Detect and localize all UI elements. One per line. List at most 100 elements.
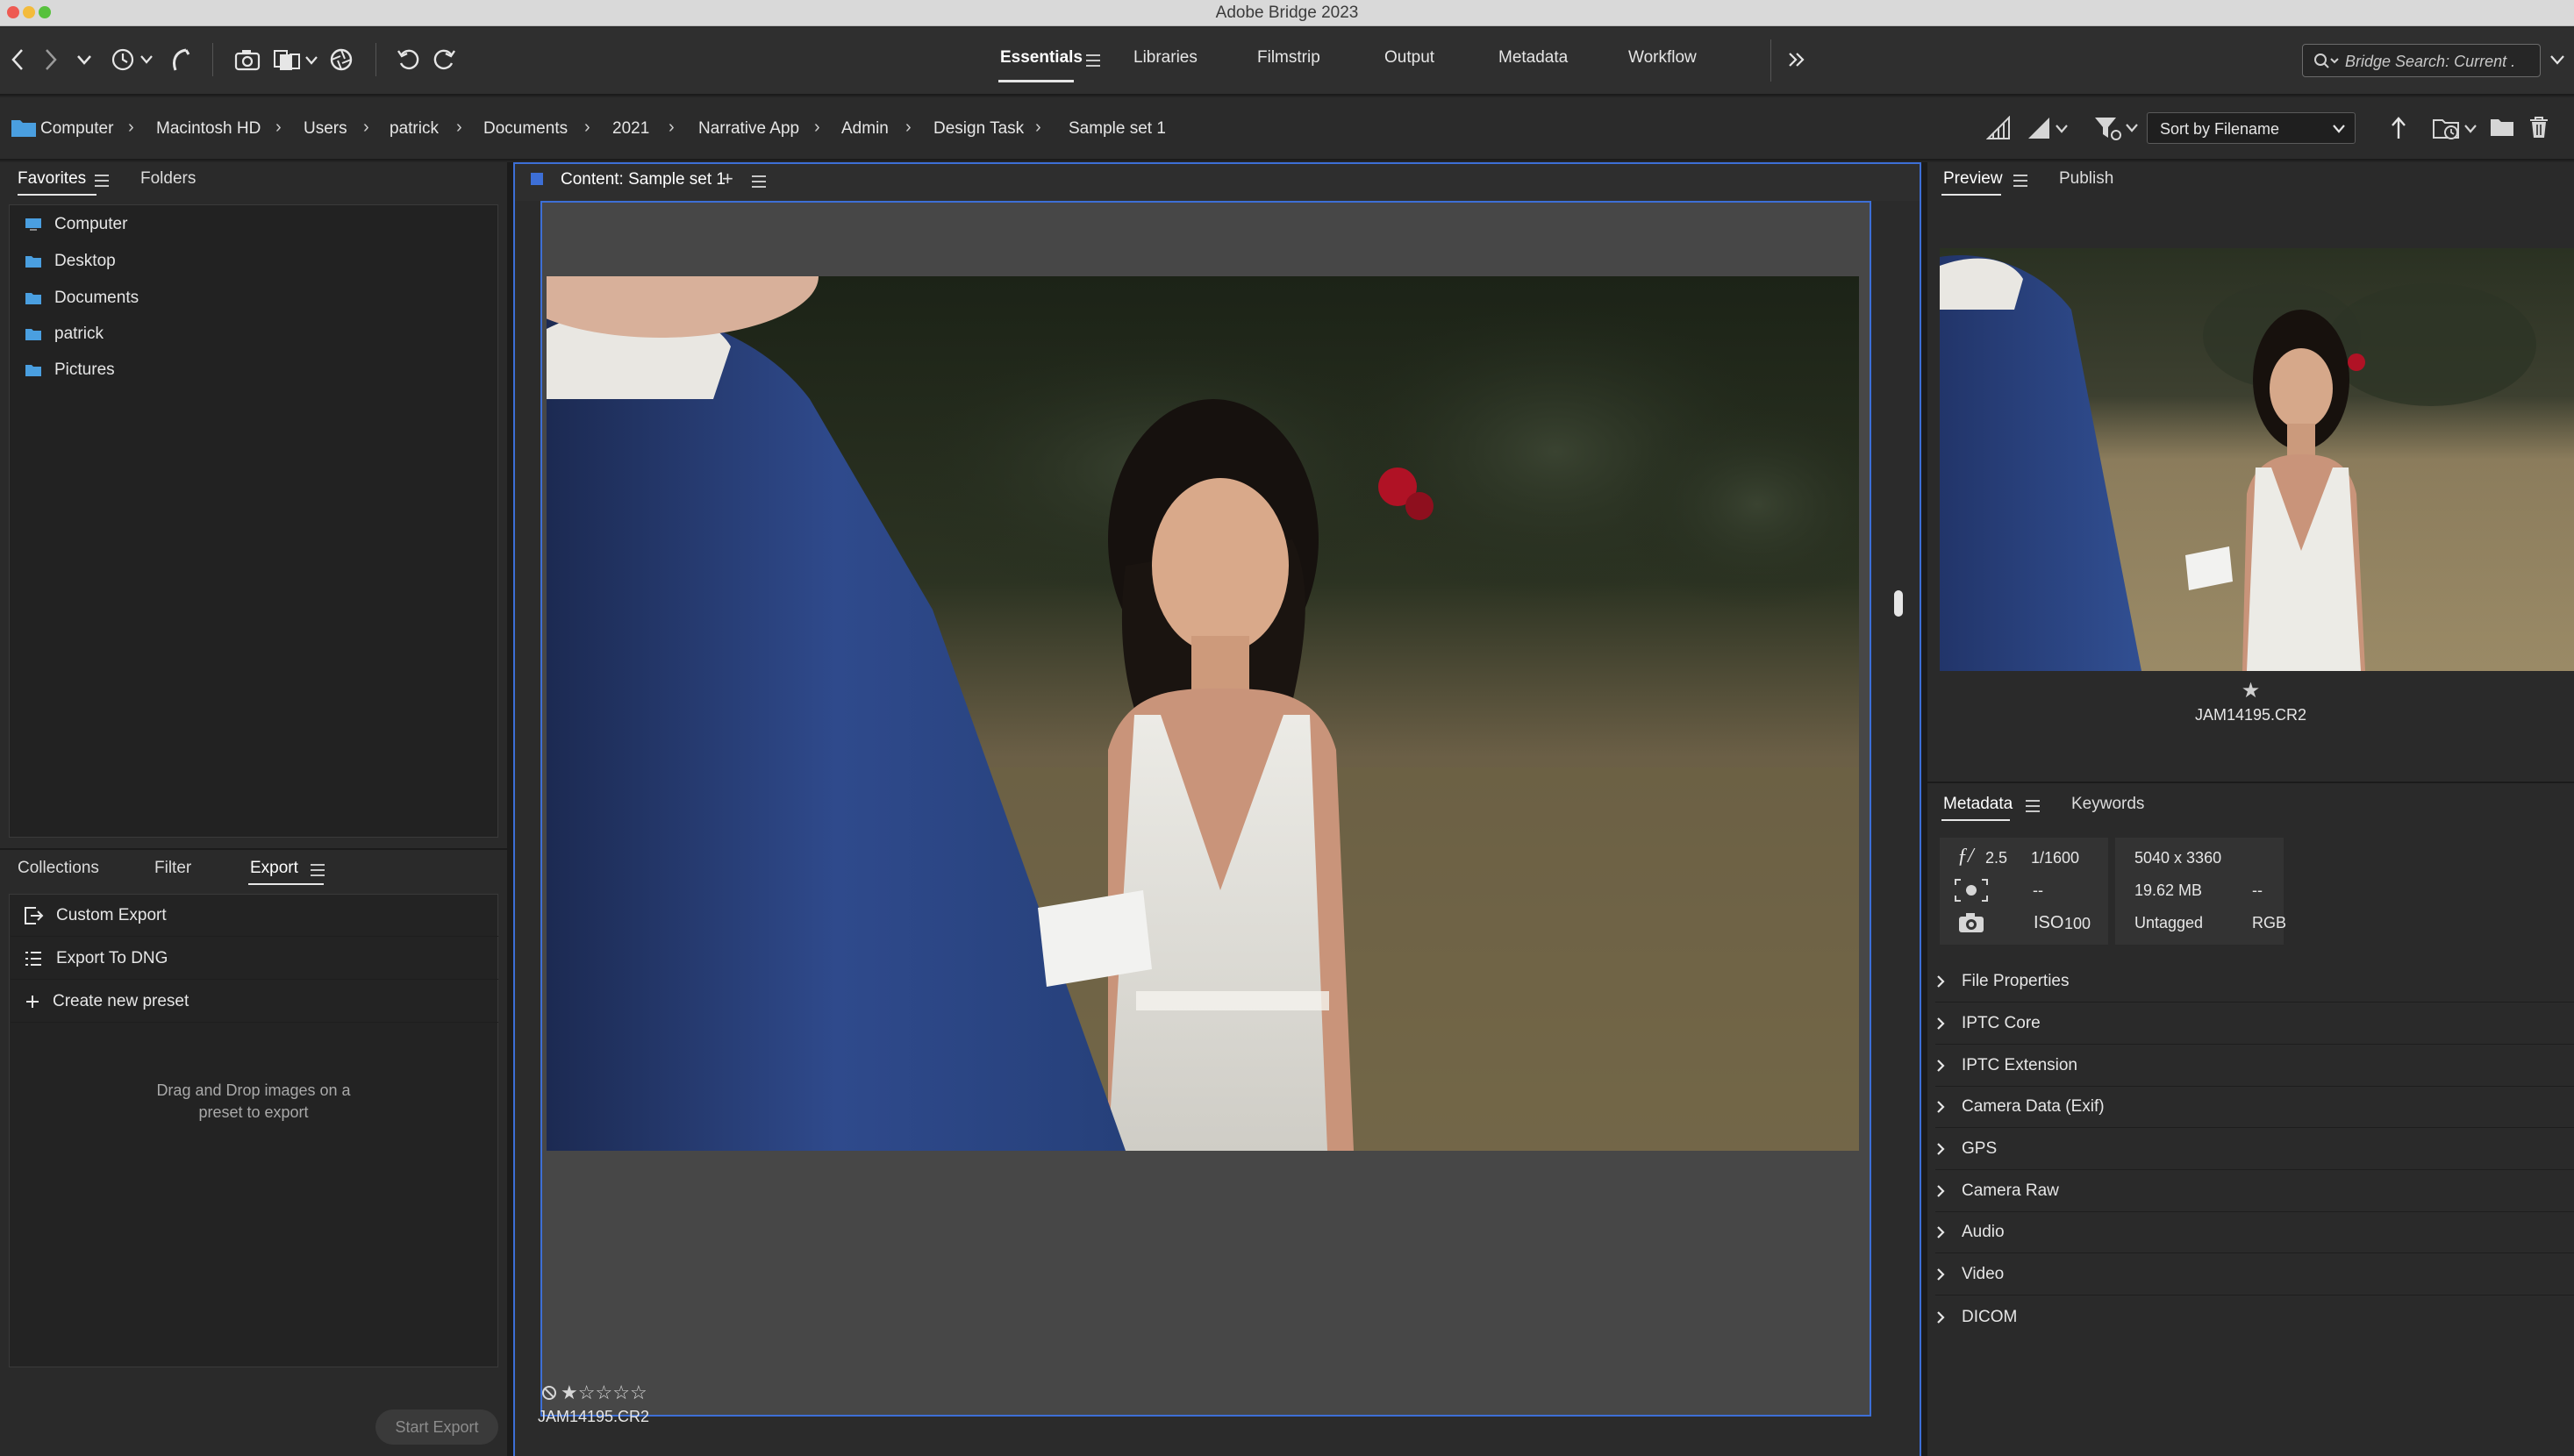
more-workspaces-icon[interactable] <box>1784 45 1809 75</box>
active-tab-indicator <box>1941 194 2001 196</box>
star-icon-filled[interactable]: ★ <box>561 1381 578 1404</box>
breadcrumb-chevron-icon: › <box>1035 118 1041 137</box>
star-icon-empty[interactable]: ☆ <box>595 1381 612 1404</box>
panel-menu-icon[interactable] <box>95 175 109 190</box>
sort-ascending-icon[interactable] <box>2390 116 2407 140</box>
tab-keywords[interactable]: Keywords <box>2071 795 2144 814</box>
tab-export[interactable]: Export <box>250 859 298 878</box>
refine-stack-icon[interactable] <box>272 45 321 75</box>
metadata-section-camera-raw[interactable]: Camera Raw <box>1935 1171 2574 1212</box>
star-icon-empty[interactable]: ☆ <box>612 1381 630 1404</box>
camera-raw-aperture-icon[interactable] <box>328 45 354 75</box>
tab-publish[interactable]: Publish <box>2059 169 2113 189</box>
rating-filter-icon[interactable] <box>2027 116 2070 140</box>
panel-menu-icon[interactable] <box>2026 800 2040 816</box>
thumbnail-filename[interactable]: JAM14195.CR2 <box>538 1408 649 1426</box>
breadcrumb-users[interactable]: Users <box>304 119 347 139</box>
workspace-tab-filmstrip[interactable]: Filmstrip <box>1257 48 1320 68</box>
export-item-export-to-dng[interactable]: Export To DNG <box>11 938 498 980</box>
export-item-custom-export[interactable]: Custom Export <box>11 895 498 937</box>
metadata-section-iptc-extension[interactable]: IPTC Extension <box>1935 1046 2574 1087</box>
forward-arrow-icon[interactable] <box>39 45 63 75</box>
new-folder-icon[interactable] <box>2490 117 2514 138</box>
panel-menu-icon[interactable] <box>2013 175 2027 190</box>
rotate-left-icon[interactable] <box>395 45 423 75</box>
chevron-right-icon <box>1937 1268 1945 1281</box>
export-item-create-new-preset[interactable]: Create new preset <box>11 981 498 1023</box>
breadcrumb-admin[interactable]: Admin <box>841 119 889 139</box>
chevron-down-icon[interactable] <box>74 45 95 75</box>
workspace-tab-output[interactable]: Output <box>1384 48 1434 68</box>
workspace-tab-essentials[interactable]: Essentials <box>1000 48 1083 68</box>
back-arrow-icon[interactable] <box>5 45 30 75</box>
workspace-tab-workflow[interactable]: Workflow <box>1628 48 1697 68</box>
workspace-tab-libraries[interactable]: Libraries <box>1133 48 1198 68</box>
favorite-item-desktop[interactable]: Desktop <box>25 248 116 275</box>
metadata-section-file-properties[interactable]: File Properties <box>1935 961 2574 1003</box>
breadcrumb-patrick[interactable]: patrick <box>390 119 439 139</box>
breadcrumb-computer[interactable]: Computer <box>40 119 113 139</box>
breadcrumb-design-task[interactable]: Design Task <box>933 119 1024 139</box>
boomerang-icon[interactable] <box>167 45 193 75</box>
search-placeholder: Bridge Search: Current . <box>2345 53 2516 70</box>
metadata-section-iptc-core[interactable]: IPTC Core <box>1935 1003 2574 1045</box>
tab-preview[interactable]: Preview <box>1943 169 2003 189</box>
get-photos-camera-icon[interactable] <box>233 45 263 75</box>
tab-content-sample-set-1[interactable]: Content: Sample set 1 <box>561 170 726 189</box>
left-panel-divider[interactable] <box>507 162 513 1456</box>
panel-menu-icon[interactable] <box>752 175 766 191</box>
tab-metadata[interactable]: Metadata <box>1943 795 2013 814</box>
star-icon-empty[interactable]: ☆ <box>578 1381 596 1404</box>
add-tab-plus-icon[interactable]: + <box>722 168 733 190</box>
filter-items-icon[interactable] <box>2093 114 2142 142</box>
delete-trash-icon[interactable] <box>2528 115 2549 139</box>
favorite-item-documents[interactable]: Documents <box>25 285 139 311</box>
camera-icon <box>1957 911 1985 934</box>
open-recent-folder-icon[interactable] <box>2432 115 2481 141</box>
sort-dropdown[interactable]: Sort by Filename <box>2147 112 2356 144</box>
chevron-right-icon <box>1937 1226 1945 1238</box>
recent-history-icon[interactable] <box>109 45 156 75</box>
tab-folders[interactable]: Folders <box>140 169 196 189</box>
export-icon <box>25 906 44 924</box>
aperture-value: 2.5 <box>1985 849 2008 867</box>
export-drop-hint: Drag and Drop images on a preset to expo… <box>156 1081 351 1121</box>
breadcrumb-sample-set-1[interactable]: Sample set 1 <box>1069 119 1166 139</box>
right-horizontal-divider[interactable] <box>1927 782 2574 783</box>
metadata-section-audio[interactable]: Audio <box>1935 1212 2574 1253</box>
preview-image[interactable] <box>1940 248 2574 671</box>
breadcrumb-documents[interactable]: Documents <box>483 119 568 139</box>
content-scrollbar-thumb[interactable] <box>1894 590 1903 617</box>
favorite-item-pictures[interactable]: Pictures <box>25 357 115 383</box>
selected-thumbnail-frame[interactable] <box>540 201 1871 1417</box>
tab-filter[interactable]: Filter <box>154 859 191 878</box>
breadcrumb-2021[interactable]: 2021 <box>612 119 649 139</box>
metadata-section-gps[interactable]: GPS <box>1935 1129 2574 1170</box>
reject-icon[interactable] <box>541 1385 557 1401</box>
start-export-button[interactable]: Start Export <box>375 1410 498 1445</box>
wedding-photo-image[interactable] <box>547 276 1859 1151</box>
thumbnail-quality-icon[interactable] <box>1986 116 2011 140</box>
star-icon-empty[interactable]: ☆ <box>630 1381 647 1404</box>
workspace-tab-metadata[interactable]: Metadata <box>1498 48 1568 68</box>
preview-star-icon[interactable]: ★ <box>1927 678 2574 703</box>
panel-menu-icon[interactable] <box>311 864 325 880</box>
metadata-section-video[interactable]: Video <box>1935 1254 2574 1295</box>
left-horizontal-divider[interactable] <box>0 848 507 850</box>
search-options-chevron-icon[interactable] <box>2546 45 2569 75</box>
metadata-section-dicom[interactable]: DICOM <box>1935 1296 2574 1338</box>
favorite-item-computer[interactable]: Computer <box>25 211 127 238</box>
star-rating[interactable]: ★ ☆ ☆ ☆ ☆ <box>561 1381 647 1404</box>
breadcrumb-narrative-app[interactable]: Narrative App <box>698 119 799 139</box>
rotate-right-icon[interactable] <box>430 45 458 75</box>
metadata-section-camera-data-exif[interactable]: Camera Data (Exif) <box>1935 1087 2574 1128</box>
breadcrumb-macintosh-hd[interactable]: Macintosh HD <box>156 119 261 139</box>
workspace-menu-icon[interactable] <box>1086 54 1100 70</box>
tab-collections[interactable]: Collections <box>18 859 99 878</box>
tab-favorites[interactable]: Favorites <box>18 169 86 189</box>
favorite-item-patrick[interactable]: patrick <box>25 321 104 347</box>
metering-icon <box>1954 878 1989 903</box>
right-panel-divider[interactable] <box>1921 162 1927 1456</box>
search-input[interactable]: Bridge Search: Current . <box>2302 44 2541 77</box>
title-bar: Adobe Bridge 2023 <box>0 0 2574 26</box>
